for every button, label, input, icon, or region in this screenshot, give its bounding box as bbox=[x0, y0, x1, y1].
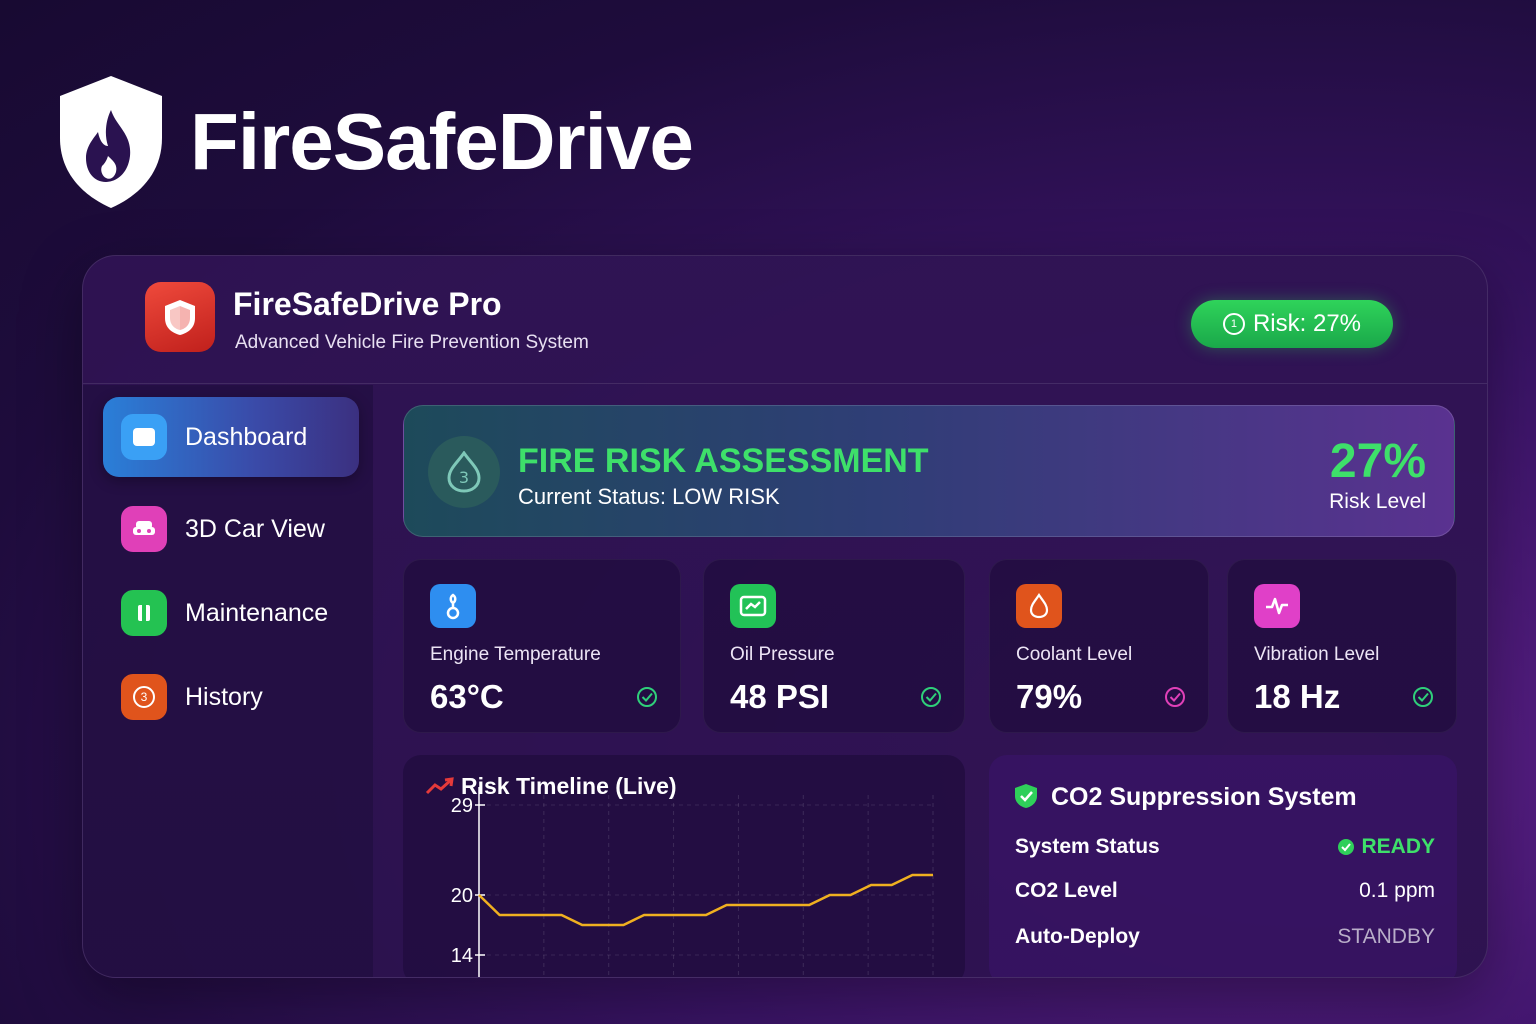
brand: FireSafeDrive bbox=[56, 74, 694, 210]
metric-value: 79% bbox=[1016, 678, 1083, 715]
metric-value: 48 PSI bbox=[730, 678, 830, 715]
co2-title: CO2 Suppression System bbox=[1051, 783, 1357, 811]
y-tick-label: 20 bbox=[451, 885, 473, 907]
risk-badge-icon: 1 bbox=[1222, 313, 1245, 335]
app-window: FireSafeDrive Pro Advanced Vehicle Fire … bbox=[82, 255, 1488, 978]
droplet-icon bbox=[1016, 584, 1062, 628]
metric-card-coolant-level[interactable]: Coolant Level 79% bbox=[989, 559, 1209, 733]
metric-card-vibration-level[interactable]: Vibration Level 18 Hz bbox=[1227, 559, 1457, 733]
app-name: FireSafeDrive Pro bbox=[233, 286, 502, 322]
co2-row-auto-deploy: Auto-Deploy STANDBY bbox=[1015, 925, 1435, 949]
risk-series-line bbox=[478, 873, 933, 927]
risk-timeline-chart: 29 20 14 bbox=[451, 787, 934, 977]
brand-title: FireSafeDrive bbox=[190, 97, 694, 186]
sidebar-item-history[interactable]: 3 History bbox=[103, 657, 359, 737]
co2-row-key: CO2 Level bbox=[1015, 879, 1118, 902]
app-header: FireSafeDrive Pro Advanced Vehicle Fire … bbox=[83, 256, 1487, 384]
shield-flame-logo-icon bbox=[60, 76, 162, 208]
co2-level-value: 0.1 ppm bbox=[1359, 879, 1435, 902]
sidebar-item-label: 3D Car View bbox=[185, 514, 325, 543]
history-icon: 3 bbox=[121, 674, 167, 720]
sidebar-item-label: History bbox=[185, 682, 263, 711]
metric-label: Vibration Level bbox=[1254, 644, 1380, 665]
co2-status-value: READY bbox=[1361, 835, 1435, 858]
y-tick-label: 29 bbox=[451, 795, 473, 817]
risk-timeline-card: Risk Timeline (Live) 29 20 14 bbox=[403, 755, 965, 977]
metric-card-engine-temperature[interactable]: Engine Temperature 63°C bbox=[403, 559, 681, 733]
metric-value: 18 Hz bbox=[1254, 678, 1341, 715]
risk-level-icon-badge: 3 bbox=[459, 468, 469, 487]
app-logo-icon bbox=[145, 282, 215, 352]
check-circle-icon bbox=[921, 687, 941, 707]
metric-label: Engine Temperature bbox=[430, 644, 601, 665]
risk-badge-label: Risk: 27% bbox=[1252, 310, 1362, 337]
co2-row-level: CO2 Level 0.1 ppm bbox=[1015, 879, 1435, 903]
metric-value: 63°C bbox=[430, 678, 504, 715]
co2-suppression-card: CO2 Suppression System System Status REA… bbox=[989, 755, 1457, 977]
shield-check-icon bbox=[1015, 784, 1037, 808]
fire-risk-assessment-banner: 3 FIRE RISK ASSESSMENT Current Status: L… bbox=[403, 405, 1455, 537]
assessment-title: FIRE RISK ASSESSMENT bbox=[518, 442, 929, 480]
pulse-icon bbox=[1254, 584, 1300, 628]
sidebar-item-label: Maintenance bbox=[185, 598, 329, 627]
sidebar-item-3d-car-view[interactable]: 3D Car View bbox=[103, 489, 359, 569]
history-icon-badge: 3 bbox=[133, 686, 155, 708]
wrench-icon bbox=[121, 590, 167, 636]
car-icon bbox=[121, 506, 167, 552]
risk-level-value: 27% bbox=[1329, 435, 1426, 488]
sidebar-item-maintenance[interactable]: Maintenance bbox=[103, 573, 359, 653]
metric-label: Oil Pressure bbox=[730, 644, 835, 665]
risk-level-label: Risk Level bbox=[1329, 490, 1426, 513]
gauge-icon bbox=[730, 584, 776, 628]
sidebar-item-label: Dashboard bbox=[185, 422, 308, 451]
thermometer-icon bbox=[430, 584, 476, 628]
co2-row-system-status: System Status READY bbox=[1015, 835, 1435, 859]
check-circle-icon bbox=[637, 687, 657, 707]
risk-badge[interactable]: 1 Risk: 27% bbox=[1191, 300, 1393, 348]
assessment-status: Current Status: LOW RISK bbox=[518, 484, 780, 509]
dashboard-icon bbox=[121, 414, 167, 460]
auto-deploy-value: STANDBY bbox=[1337, 925, 1435, 948]
risk-level-icon: 3 bbox=[428, 436, 500, 508]
app-subtitle: Advanced Vehicle Fire Prevention System bbox=[235, 332, 589, 353]
y-tick-label: 14 bbox=[451, 945, 473, 967]
check-circle-icon bbox=[1338, 839, 1355, 855]
co2-row-key: Auto-Deploy bbox=[1015, 925, 1140, 948]
sidebar-item-dashboard[interactable]: Dashboard bbox=[103, 397, 359, 477]
main-content: 3 FIRE RISK ASSESSMENT Current Status: L… bbox=[373, 385, 1487, 977]
check-circle-icon bbox=[1165, 687, 1185, 707]
sidebar: Dashboard 3D Car View Maintenance 3 Hist… bbox=[83, 385, 373, 977]
co2-row-key: System Status bbox=[1015, 835, 1160, 858]
check-circle-icon bbox=[1413, 687, 1433, 707]
metric-label: Coolant Level bbox=[1016, 644, 1133, 665]
metric-card-oil-pressure[interactable]: Oil Pressure 48 PSI bbox=[703, 559, 965, 733]
